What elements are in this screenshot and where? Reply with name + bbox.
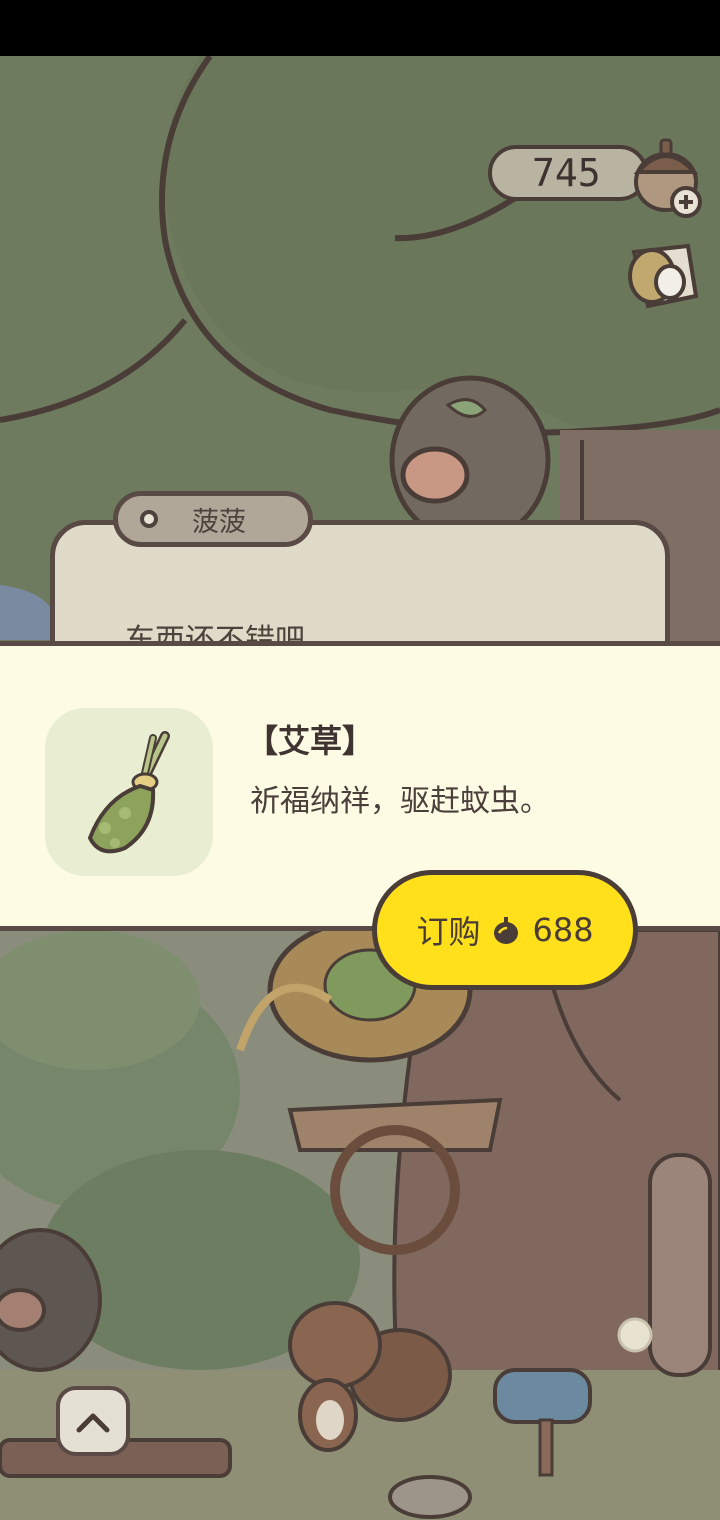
order-label: 订购 <box>416 913 481 951</box>
acorn-icon <box>494 917 519 944</box>
speaker-tag: 菠菠 <box>113 491 313 547</box>
order-button[interactable]: 订购 688 <box>372 870 638 990</box>
order-price: 688 <box>532 911 594 949</box>
cup-icon[interactable] <box>618 236 702 316</box>
expand-button[interactable] <box>56 1386 130 1456</box>
item-title: 【艾草】 <box>246 722 375 760</box>
chevron-up-icon <box>76 1413 110 1433</box>
item-description: 祈福纳祥，驱赶蚊虫。 <box>250 784 550 819</box>
mugwort-bundle-icon <box>87 731 170 854</box>
speaker-dot-icon <box>140 510 158 528</box>
speaker-name: 菠菠 <box>192 506 246 538</box>
acorn-count: 745 <box>532 151 601 195</box>
item-thumbnail <box>45 708 213 876</box>
status-bar <box>0 0 720 56</box>
acorn-count-display: 745 <box>488 145 648 201</box>
acorn-plus-icon[interactable] <box>628 130 708 220</box>
